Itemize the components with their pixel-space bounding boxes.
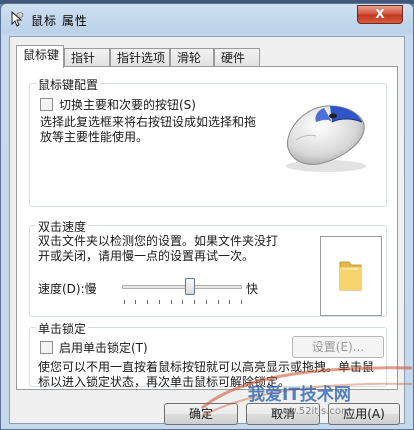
apply-button[interactable]: 应用(A): [328, 403, 400, 425]
close-button[interactable]: X: [357, 5, 403, 24]
tab-panel: 鼠标键配置 切换主要和次要的按钮(S) 选择此复选框来将右按钮设成如选择和拖放等…: [16, 66, 398, 390]
click-lock-label[interactable]: 启用单击锁定(T): [59, 339, 148, 356]
dialog-client: 鼠标键 指针 指针选项 滑轮 硬件 鼠标键配置 切换主要和次要的按钮(S) 选择…: [9, 36, 405, 425]
click-lock-settings-button[interactable]: 设置(E)...: [292, 336, 384, 358]
speed-fast-label: 快: [246, 282, 259, 296]
click-lock-description: 使您可以不用一直按着鼠标按钮就可以高亮显示或拖拽。单击鼠标以进入锁定状态，再次单…: [38, 360, 375, 389]
button-config-group: 鼠标键配置 切换主要和次要的按钮(S) 选择此复选框来将右按钮设成如选择和拖放等…: [29, 76, 387, 207]
double-click-title: 双击速度: [36, 218, 89, 235]
tab-pointers[interactable]: 指针: [64, 48, 110, 67]
window-title: 鼠标 属性: [31, 14, 88, 28]
double-click-speed-thumb[interactable]: [185, 278, 195, 295]
speed-slow-label: 速度(D):慢: [38, 282, 97, 296]
tab-hardware[interactable]: 硬件: [214, 48, 260, 67]
mouse-properties-dialog: 鼠标 属性 X 鼠标键 指针 指针选项 滑轮 硬件 鼠标键配置 切换主要和次要的…: [0, 3, 414, 430]
mouse-illustration-icon: [286, 105, 366, 172]
swap-buttons-label[interactable]: 切换主要和次要的按钮(S): [59, 96, 196, 113]
title-bar[interactable]: 鼠标 属性 X: [1, 4, 413, 34]
swap-buttons-checkbox[interactable]: [40, 98, 53, 111]
button-config-title: 鼠标键配置: [36, 76, 101, 93]
folder-icon[interactable]: [337, 259, 365, 293]
ok-button[interactable]: 确定: [164, 403, 238, 425]
test-folder-area[interactable]: [320, 236, 382, 316]
cancel-button[interactable]: 取消: [246, 403, 320, 425]
click-lock-group: 单击锁定 启用单击锁定(T) 设置(E)... 使您可以不用一直按着鼠标按钮就可…: [29, 320, 387, 389]
click-lock-title: 单击锁定: [36, 320, 89, 337]
swap-buttons-description: 选择此复选框来将右按钮设成如选择和拖放等主要性能使用。: [40, 115, 257, 144]
speed-ticks: [124, 300, 242, 305]
tab-wheel[interactable]: 滑轮: [170, 48, 214, 67]
mouse-pointer-icon: [11, 11, 24, 27]
tab-buttons[interactable]: 鼠标键: [16, 45, 64, 68]
double-click-description: 双击文件夹以检测您的设置。如果文件夹没打开或关闭，请用慢一点的设置再试一次。: [38, 234, 279, 263]
double-click-speed-track[interactable]: [122, 285, 242, 289]
double-click-group: 双击速度 双击文件夹以检测您的设置。如果文件夹没打开或关闭，请用慢一点的设置再试…: [29, 218, 387, 317]
tab-pointer-options[interactable]: 指针选项: [110, 48, 170, 67]
click-lock-checkbox[interactable]: [40, 341, 53, 354]
